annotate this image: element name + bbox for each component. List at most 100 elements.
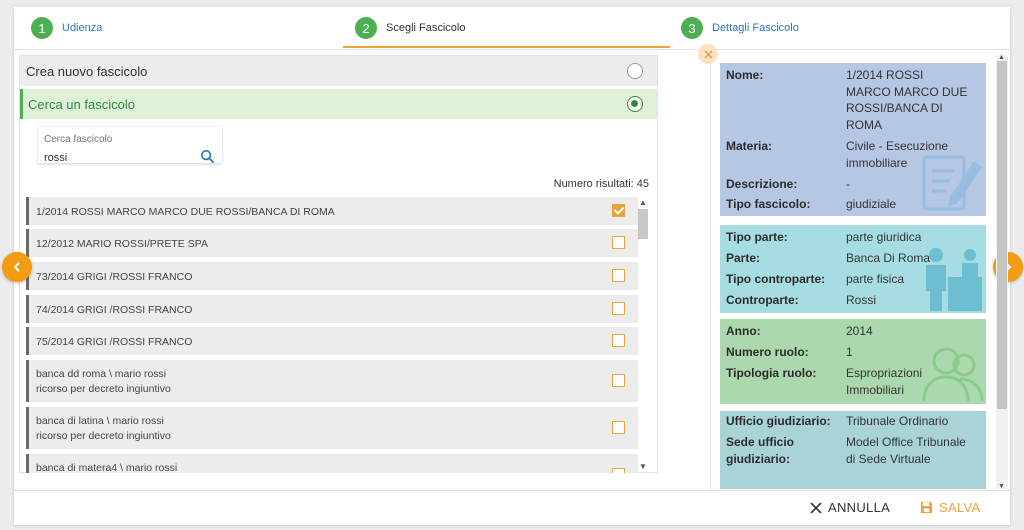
- save-label: SALVA: [939, 500, 981, 515]
- item-title: banca di latina \ mario rossi: [36, 415, 164, 427]
- detail-key: Descrizione:: [726, 177, 798, 191]
- scroll-up-icon[interactable]: ▲: [639, 199, 647, 207]
- results-list: 1/2014 ROSSI MARCO MARCO DUE ROSSI/BANCA…: [26, 197, 650, 473]
- scroll-down-icon[interactable]: ▼: [998, 483, 1005, 490]
- previous-step-button[interactable]: [2, 252, 32, 282]
- close-icon: [703, 49, 713, 59]
- scroll-up-icon[interactable]: ▲: [998, 54, 1005, 61]
- item-title: banca dd roma \ mario rossi: [36, 368, 167, 380]
- detail-value: parte fisica: [846, 272, 905, 286]
- active-step-indicator: [343, 46, 670, 48]
- step-number: 1: [31, 17, 53, 39]
- detail-value: Espropriazioni Immobiliari: [846, 366, 923, 397]
- step-label: Scegli Fascicolo: [386, 22, 466, 34]
- details-card-parti: Tipo parte: parte giuridica Parte: Banca…: [720, 225, 986, 313]
- details-card-ruolo: Anno: 2014 Numero ruolo: 1 Tipologia ruo…: [720, 319, 986, 404]
- item-checkbox[interactable]: [612, 468, 625, 473]
- save-button[interactable]: SALVA: [920, 500, 980, 515]
- detail-value: -: [846, 177, 850, 191]
- detail-value: parte giuridica: [846, 230, 922, 244]
- step-scegli-fascicolo[interactable]: 2 Scegli Fascicolo: [355, 17, 465, 39]
- search-input[interactable]: [44, 150, 194, 166]
- step-number: 2: [355, 17, 377, 39]
- list-item[interactable]: 75/2014 GRIGI /ROSSI FRANCO: [26, 327, 638, 355]
- item-checkbox[interactable]: [612, 421, 625, 434]
- list-item[interactable]: banca dd roma \ mario rossi ricorso per …: [26, 360, 638, 402]
- item-subtitle: ricorso per decreto ingiuntivo: [36, 430, 171, 442]
- detail-value: 2014: [846, 324, 873, 338]
- details-card-ufficio: Ufficio giudiziario: Tribunale Ordinario…: [720, 411, 986, 489]
- detail-key: Sede ufficio giudiziario:: [726, 435, 795, 466]
- detail-key: Numero ruolo:: [726, 345, 809, 359]
- detail-key: Controparte:: [726, 293, 799, 307]
- item-title: 12/2012 MARIO ROSSI/PRETE SPA: [36, 238, 208, 250]
- item-title: 1/2014 ROSSI MARCO MARCO DUE ROSSI/BANCA…: [36, 206, 335, 218]
- item-checkbox[interactable]: [612, 302, 625, 315]
- panel-divider: [710, 50, 711, 490]
- scroll-down-icon[interactable]: ▼: [639, 463, 647, 471]
- step-label: Dettagli Fascicolo: [712, 22, 799, 34]
- detail-value: Civile - Esecuzione immobiliare: [846, 139, 949, 170]
- item-checkbox[interactable]: [612, 236, 625, 249]
- results-count: Numero risultati: 45: [553, 178, 649, 190]
- fascicolo-selection-panel: Crea nuovo fascicolo Cerca un fascicolo …: [19, 55, 658, 473]
- radio-search[interactable]: [627, 96, 643, 112]
- cancel-button[interactable]: ANNULLA: [810, 500, 890, 515]
- detail-value: Rossi: [846, 293, 877, 307]
- list-item[interactable]: 74/2014 GRIGI /ROSSI FRANCO: [26, 295, 638, 323]
- detail-key: Tipologia ruolo:: [726, 366, 817, 380]
- item-title: 73/2014 GRIGI /ROSSI FRANCO: [36, 271, 193, 283]
- fascicolo-details-panel: Nome: 1/2014 ROSSI MARCO MARCO DUE ROSSI…: [718, 55, 994, 489]
- item-checkbox[interactable]: [612, 334, 625, 347]
- details-scrollbar[interactable]: ▲ ▼: [996, 54, 1008, 490]
- radio-create[interactable]: [627, 63, 643, 79]
- detail-value: 1/2014 ROSSI MARCO MARCO DUE ROSSI/BANCA…: [846, 68, 968, 132]
- search-label: Cerca fascicolo: [44, 134, 113, 145]
- list-item[interactable]: 12/2012 MARIO ROSSI/PRETE SPA: [26, 229, 638, 257]
- detail-key: Anno:: [726, 324, 761, 338]
- detail-key: Materia:: [726, 139, 773, 153]
- item-title: banca di matera4 \ mario rossi: [36, 462, 178, 473]
- detail-key: Tipo controparte:: [726, 272, 826, 286]
- detail-key: Ufficio giudiziario:: [726, 414, 831, 428]
- step-udienza[interactable]: 1 Udienza: [31, 17, 102, 39]
- search-icon[interactable]: [200, 149, 216, 165]
- item-checkbox[interactable]: [612, 204, 625, 217]
- detail-key: Nome:: [726, 68, 764, 82]
- close-icon: [810, 501, 822, 514]
- detail-value: Banca Di Roma: [846, 251, 931, 265]
- detail-key: Tipo parte:: [726, 230, 788, 244]
- step-number: 3: [681, 17, 703, 39]
- detail-value: 1: [846, 345, 853, 359]
- scroll-thumb[interactable]: [997, 61, 1007, 409]
- option-create-fascicolo[interactable]: Crea nuovo fascicolo: [20, 56, 657, 86]
- floppy-disk-icon: [920, 501, 933, 514]
- list-item[interactable]: 73/2014 GRIGI /ROSSI FRANCO: [26, 262, 638, 290]
- scroll-thumb[interactable]: [638, 209, 648, 239]
- dialog-footer: ANNULLA SALVA: [14, 490, 1010, 525]
- option-label: Cerca un fascicolo: [28, 96, 135, 112]
- step-label: Udienza: [62, 22, 103, 34]
- item-title: 75/2014 GRIGI /ROSSI FRANCO: [36, 336, 193, 348]
- details-card-general: Nome: 1/2014 ROSSI MARCO MARCO DUE ROSSI…: [720, 63, 986, 216]
- detail-key: Parte:: [726, 251, 761, 265]
- chevron-left-icon: [13, 262, 20, 272]
- detail-value: Model Office Tribunale di Sede Virtuale: [846, 435, 966, 466]
- list-item[interactable]: 1/2014 ROSSI MARCO MARCO DUE ROSSI/BANCA…: [26, 197, 638, 225]
- cancel-label: ANNULLA: [828, 500, 891, 515]
- list-item[interactable]: banca di matera4 \ mario rossi: [26, 454, 638, 473]
- results-scrollbar[interactable]: ▲ ▼: [637, 197, 649, 473]
- item-checkbox[interactable]: [612, 269, 625, 282]
- item-title: 74/2014 GRIGI /ROSSI FRANCO: [36, 304, 193, 316]
- close-details-button[interactable]: [698, 44, 718, 64]
- detail-value: giudiziale: [846, 197, 897, 211]
- option-label: Crea nuovo fascicolo: [26, 63, 148, 79]
- step-dettagli-fascicolo[interactable]: 3 Dettagli Fascicolo: [681, 17, 799, 39]
- detail-key: Tipo fascicolo:: [726, 197, 811, 211]
- item-subtitle: ricorso per decreto ingiuntivo: [36, 383, 171, 395]
- stepper: 1 Udienza 2 Scegli Fascicolo 3 Dettagli …: [14, 7, 1010, 50]
- option-search-fascicolo[interactable]: Cerca un fascicolo: [20, 89, 657, 119]
- item-checkbox[interactable]: [612, 374, 625, 387]
- list-item[interactable]: banca di latina \ mario rossi ricorso pe…: [26, 407, 638, 449]
- detail-value: Tribunale Ordinario: [846, 414, 949, 428]
